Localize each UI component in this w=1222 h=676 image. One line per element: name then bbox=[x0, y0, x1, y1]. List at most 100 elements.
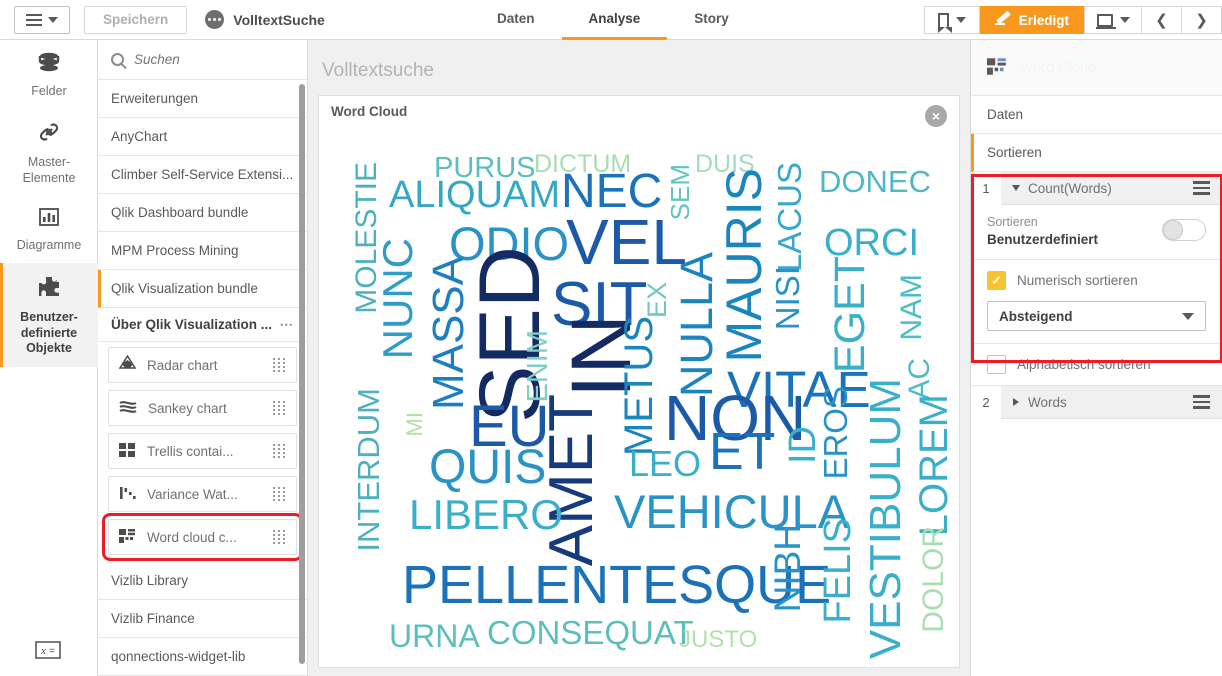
accordion-erweiterungen[interactable]: Erweiterungen bbox=[98, 80, 307, 118]
word-cloud-word[interactable]: NISI bbox=[769, 266, 806, 330]
word-cloud-visualization[interactable]: Word Cloud × PURUS DICTUM DUIS DONEC MOLESTI… bbox=[318, 95, 960, 668]
drag-handle-icon[interactable] bbox=[273, 401, 286, 415]
object-sankey-chart[interactable]: Sankey chart bbox=[108, 390, 297, 426]
word-cloud-word[interactable]: MAURIS bbox=[716, 168, 772, 362]
accordion-vizlib-finance[interactable]: Vizlib Finance bbox=[98, 600, 307, 638]
object-label: Trellis contai... bbox=[147, 443, 234, 459]
search-input[interactable] bbox=[134, 52, 284, 67]
pencil-icon bbox=[994, 12, 1011, 28]
chevron-left-icon: ❮ bbox=[1155, 11, 1168, 29]
left-rail: Felder Master-Elemente Diagramme Benutze… bbox=[0, 40, 98, 676]
radar-icon bbox=[118, 354, 137, 375]
word-cloud-word[interactable]: EGET bbox=[826, 256, 874, 373]
burger-icon[interactable] bbox=[1193, 395, 1210, 409]
word-cloud-word[interactable]: NIBH bbox=[767, 524, 808, 612]
object-radar-chart[interactable]: Radar chart bbox=[108, 347, 297, 383]
asset-search-row bbox=[98, 40, 307, 80]
word-cloud-word[interactable]: FELIS bbox=[817, 518, 859, 624]
word-cloud-word[interactable]: DOLOR bbox=[917, 526, 950, 633]
accordion-climber[interactable]: Climber Self-Service Extensi... bbox=[98, 156, 307, 194]
word-cloud-word[interactable]: DONEC bbox=[819, 166, 931, 197]
sort-item-words[interactable]: 2 Words bbox=[971, 385, 1222, 419]
drag-handle-icon[interactable] bbox=[273, 444, 286, 458]
bookmark-button[interactable] bbox=[923, 6, 980, 34]
word-cloud-word[interactable]: CONSEQUAT bbox=[487, 616, 694, 649]
word-cloud-word[interactable]: INTERDUM bbox=[351, 388, 386, 552]
object-label: Variance Wat... bbox=[147, 486, 238, 502]
word-cloud-word[interactable]: ID bbox=[782, 426, 824, 464]
properties-section-sortieren[interactable]: Sortieren bbox=[971, 134, 1222, 172]
more-icon[interactable]: ⋯ bbox=[280, 317, 295, 333]
app-title-group[interactable]: VolltextSuche bbox=[205, 10, 325, 29]
word-cloud-word[interactable]: VEL bbox=[566, 210, 687, 274]
main-menu-button[interactable] bbox=[14, 5, 70, 34]
sheet-view-button[interactable] bbox=[1084, 6, 1142, 34]
drag-handle-icon[interactable] bbox=[273, 487, 286, 501]
word-cloud-word[interactable]: LACUS bbox=[771, 162, 808, 272]
word-cloud-word[interactable]: ET bbox=[709, 426, 775, 478]
word-cloud-word[interactable]: JUSTO bbox=[679, 628, 757, 652]
word-cloud-word[interactable]: ENIM bbox=[522, 330, 554, 403]
svg-text:x: x bbox=[40, 645, 46, 657]
word-cloud-word[interactable]: VESTIBULUM bbox=[861, 378, 910, 659]
svg-text:=: = bbox=[49, 646, 55, 657]
accordion-vizlib-library[interactable]: Vizlib Library bbox=[98, 562, 307, 600]
word-cloud-word[interactable]: VEHICULA bbox=[614, 488, 849, 535]
properties-header: Word Cloud bbox=[971, 40, 1222, 96]
word-cloud-word[interactable]: QUIS bbox=[429, 444, 546, 492]
accordion-mpm-process-mining[interactable]: MPM Process Mining bbox=[98, 232, 307, 270]
accordion-qlik-visualization-bundle[interactable]: Qlik Visualization bundle bbox=[98, 270, 307, 308]
chevron-down-icon bbox=[48, 16, 58, 23]
bar-chart-icon bbox=[4, 208, 94, 231]
layout-icon bbox=[1095, 13, 1116, 29]
tab-story[interactable]: Story bbox=[667, 0, 756, 40]
done-button[interactable]: Erledigt bbox=[979, 6, 1084, 34]
tab-analyse[interactable]: Analyse bbox=[561, 0, 668, 40]
accordion-qlik-dashboard-bundle[interactable]: Qlik Dashboard bundle bbox=[98, 194, 307, 232]
word-cloud-word[interactable]: LEO bbox=[629, 446, 701, 482]
save-button[interactable]: Speichern bbox=[84, 5, 188, 34]
word-cloud-word[interactable]: ALIQUAM bbox=[389, 176, 560, 214]
accordion-qonnections-widget-lib[interactable]: qonnections-widget-lib bbox=[98, 638, 307, 676]
word-cloud-word[interactable]: LIBERO bbox=[409, 494, 563, 536]
properties-section-daten[interactable]: Daten bbox=[971, 96, 1222, 134]
close-icon[interactable]: × bbox=[925, 105, 947, 127]
drag-handle-icon[interactable] bbox=[273, 530, 286, 544]
rail-item-felder[interactable]: Felder bbox=[0, 40, 98, 109]
rail-item-master-elemente[interactable]: Master-Elemente bbox=[0, 109, 98, 196]
asset-panel-scrollbar[interactable] bbox=[299, 84, 305, 664]
word-cloud-word[interactable]: NULLA bbox=[671, 252, 722, 397]
database-icon bbox=[4, 52, 94, 77]
accordion-anychart[interactable]: AnyChart bbox=[98, 118, 307, 156]
object-label: Sankey chart bbox=[148, 400, 227, 416]
word-cloud-word[interactable]: NAM bbox=[895, 274, 928, 341]
object-variance-waterfall[interactable]: Variance Wat... bbox=[108, 476, 297, 512]
next-sheet-button[interactable]: ❯ bbox=[1182, 6, 1222, 34]
word-cloud-word[interactable]: AMET bbox=[537, 394, 606, 566]
trellis-icon bbox=[119, 442, 136, 461]
tab-daten[interactable]: Daten bbox=[470, 0, 562, 40]
top-toolbar: Speichern VolltextSuche Daten Analyse St… bbox=[0, 0, 1222, 40]
sankey-icon bbox=[119, 399, 137, 418]
word-cloud-word[interactable]: METUS bbox=[617, 316, 661, 456]
drag-handle-icon[interactable] bbox=[273, 358, 286, 372]
object-trellis-container[interactable]: Trellis contai... bbox=[108, 433, 297, 469]
word-cloud-word[interactable]: NUNC bbox=[374, 238, 421, 359]
object-list: Radar chart Sankey chart Trellis contai.… bbox=[98, 342, 307, 561]
word-cloud-word[interactable]: URNA bbox=[389, 620, 480, 652]
chevron-right-icon[interactable] bbox=[1013, 398, 1019, 406]
app-badge-icon bbox=[205, 10, 225, 29]
word-cloud-word[interactable]: LOREM bbox=[912, 394, 956, 536]
wordcloud-icon bbox=[987, 57, 1007, 79]
object-label: Word cloud c... bbox=[147, 529, 237, 545]
prev-sheet-button[interactable]: ❮ bbox=[1142, 6, 1182, 34]
object-word-cloud-chart[interactable]: Word cloud c... bbox=[102, 513, 303, 561]
asset-subheader[interactable]: Über Qlik Visualization ... ⋯ bbox=[98, 308, 307, 342]
variable-icon[interactable]: x = bbox=[35, 641, 61, 662]
properties-panel: Word Cloud Daten Sortieren 1 Count(Words… bbox=[970, 40, 1222, 676]
link-icon bbox=[4, 121, 94, 148]
rail-item-diagramme[interactable]: Diagramme bbox=[0, 196, 98, 263]
word-cloud-word[interactable]: MI bbox=[402, 412, 427, 436]
rail-item-benutzerdefinierte-objekte[interactable]: Benutzer-definierte Objekte bbox=[0, 263, 98, 367]
word-cloud-word[interactable]: EX bbox=[642, 282, 672, 318]
